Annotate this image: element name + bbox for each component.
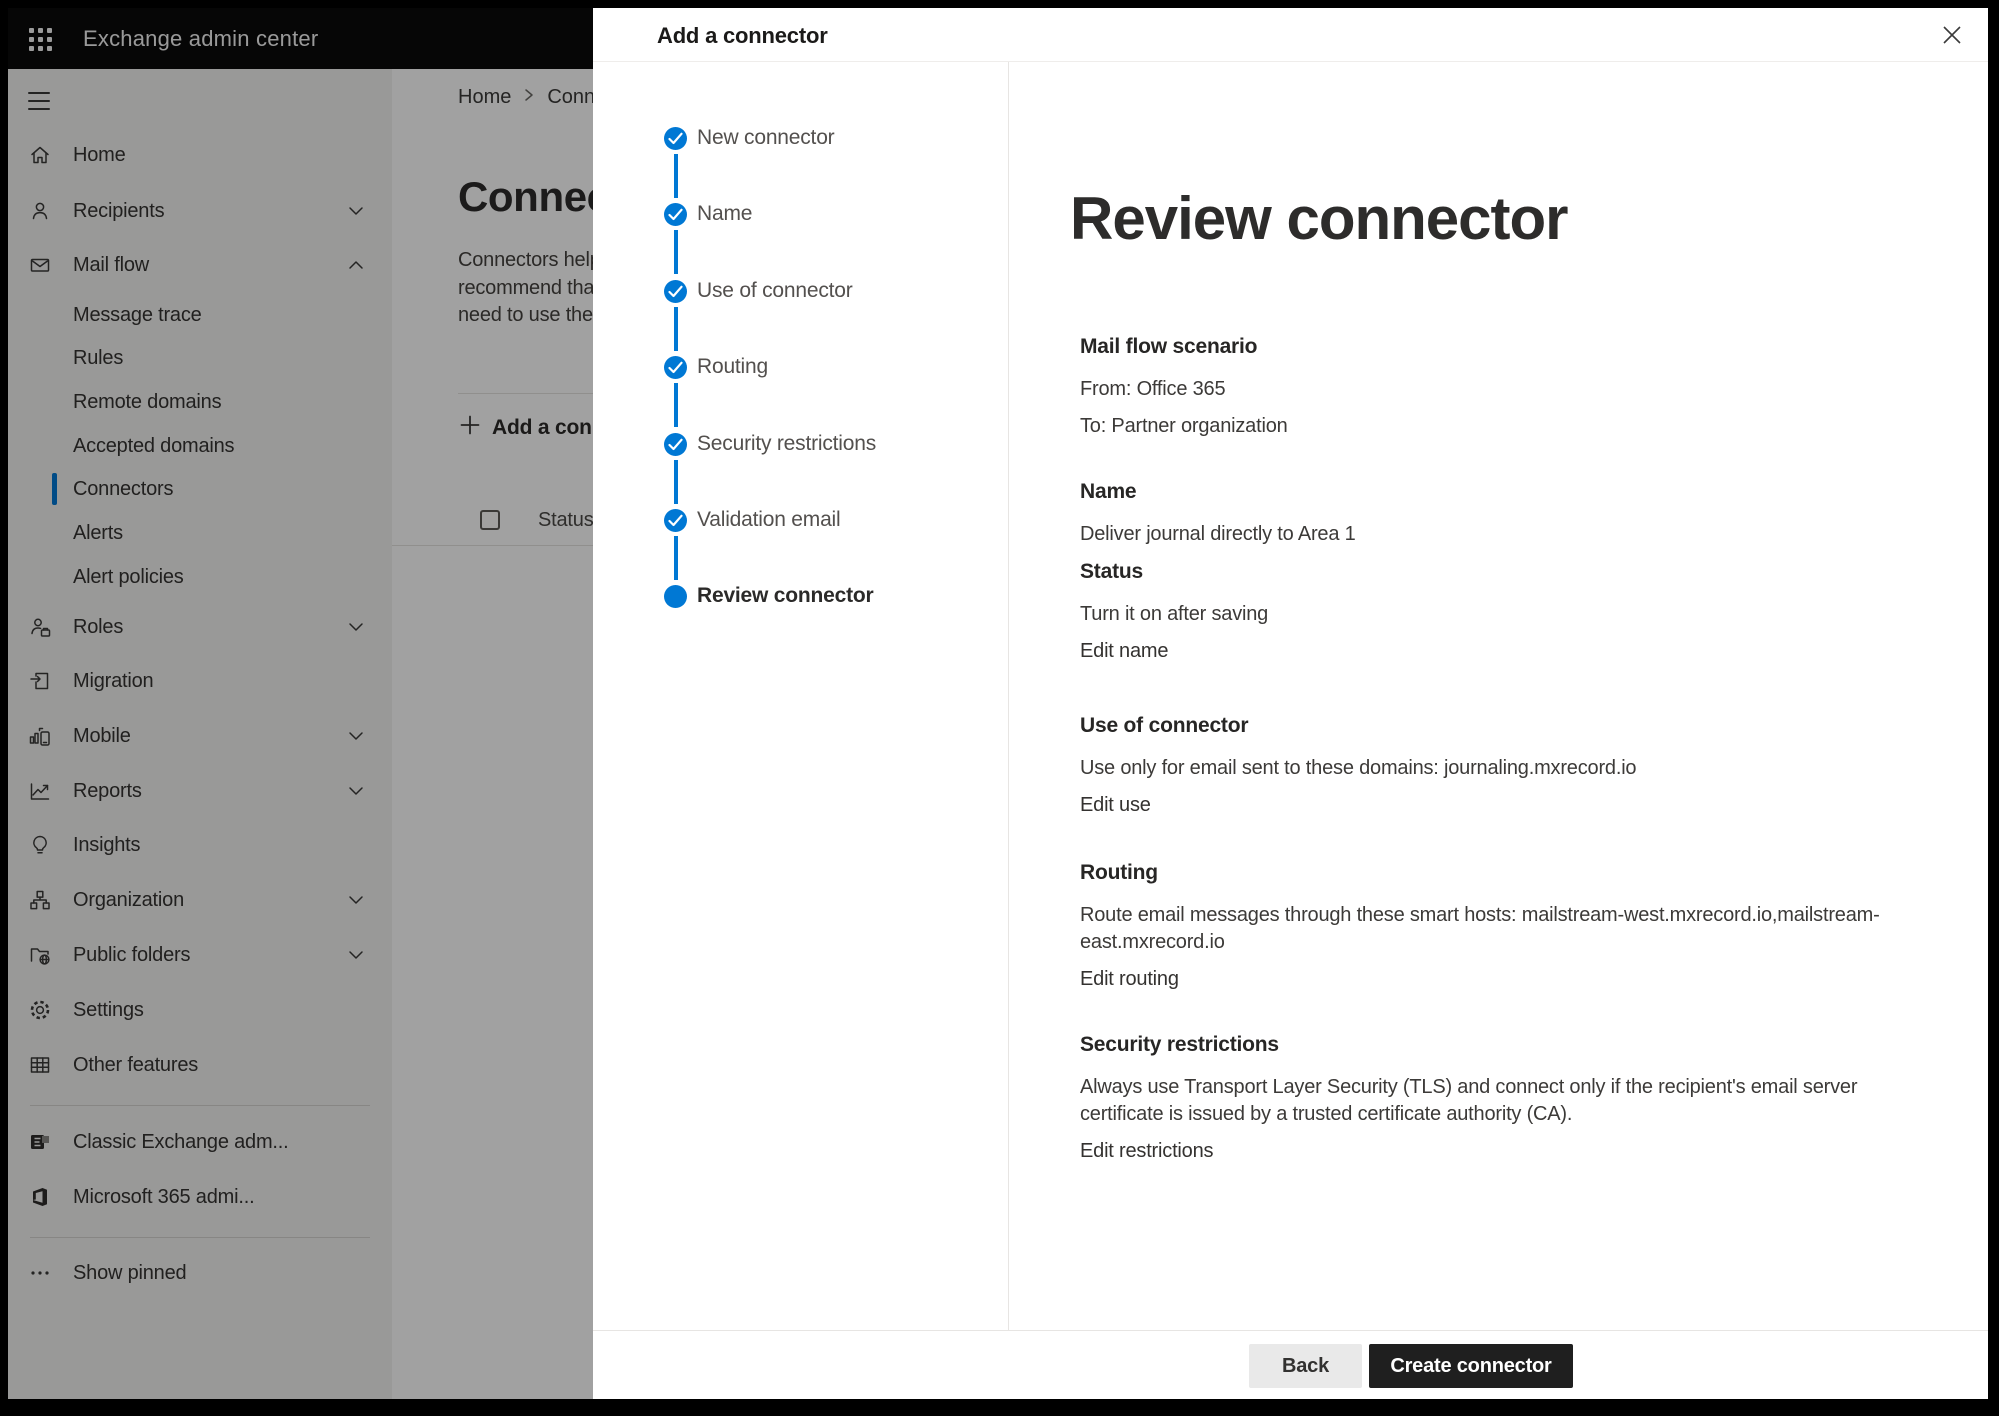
modal-header: Add a connector xyxy=(593,8,1988,62)
section-title: Mail flow scenario xyxy=(1080,333,1880,361)
step-routing[interactable]: Routing xyxy=(593,345,1008,389)
section-use-of-connector: Use of connector Use only for email sent… xyxy=(1080,712,1880,819)
section-security-restrictions: Security restrictions Always use Transpo… xyxy=(1080,1031,1880,1165)
mail-flow-from: From: Office 365 xyxy=(1080,376,1880,403)
routing-value: Route email messages through these smart… xyxy=(1080,902,1880,956)
step-security-restrictions[interactable]: Security restrictions xyxy=(593,422,1008,466)
wizard-steps: New connector Name Use of connector Rout… xyxy=(593,62,1009,1330)
step-complete-icon xyxy=(664,280,687,303)
connector-name-value: Deliver journal directly to Area 1 xyxy=(1080,521,1880,548)
add-connector-modal: Add a connector New connector Name xyxy=(593,8,1988,1399)
edit-name-link[interactable]: Edit name xyxy=(1080,638,1168,665)
step-complete-icon xyxy=(664,433,687,456)
status-title: Status xyxy=(1080,558,1880,586)
step-complete-icon xyxy=(664,509,687,532)
step-new-connector[interactable]: New connector xyxy=(593,116,1008,160)
security-restrictions-value: Always use Transport Layer Security (TLS… xyxy=(1080,1074,1880,1128)
section-title: Name xyxy=(1080,478,1880,506)
status-value: Turn it on after saving xyxy=(1080,601,1880,628)
create-connector-button[interactable]: Create connector xyxy=(1369,1344,1573,1388)
step-name[interactable]: Name xyxy=(593,192,1008,236)
edit-restrictions-link[interactable]: Edit restrictions xyxy=(1080,1138,1213,1165)
edit-routing-link[interactable]: Edit routing xyxy=(1080,966,1179,993)
review-heading: Review connector xyxy=(1070,184,1568,253)
edit-use-link[interactable]: Edit use xyxy=(1080,792,1151,819)
step-complete-icon xyxy=(664,203,687,226)
step-complete-icon xyxy=(664,127,687,150)
section-title: Routing xyxy=(1080,859,1880,887)
step-review-connector[interactable]: Review connector xyxy=(593,574,1008,618)
step-use-of-connector[interactable]: Use of connector xyxy=(593,269,1008,313)
section-routing: Routing Route email messages through the… xyxy=(1080,859,1880,993)
back-button[interactable]: Back xyxy=(1249,1344,1362,1388)
modal-title: Add a connector xyxy=(657,8,828,62)
step-connector-line xyxy=(674,383,678,427)
section-mail-flow-scenario: Mail flow scenario From: Office 365 To: … xyxy=(1080,333,1880,450)
section-title: Use of connector xyxy=(1080,712,1880,740)
mail-flow-to: To: Partner organization xyxy=(1080,413,1880,440)
screen: Exchange admin center Home Recipients Ma… xyxy=(0,0,1999,1416)
modal-footer: Back Create connector xyxy=(593,1330,1988,1399)
review-connector-panel: Review connector Mail flow scenario From… xyxy=(1010,62,1988,1330)
step-connector-line xyxy=(674,230,678,274)
step-current-icon xyxy=(664,585,687,608)
section-title: Security restrictions xyxy=(1080,1031,1880,1059)
section-name: Name Deliver journal directly to Area 1 … xyxy=(1080,478,1880,665)
step-validation-email[interactable]: Validation email xyxy=(593,498,1008,542)
step-complete-icon xyxy=(664,356,687,379)
use-of-connector-value: Use only for email sent to these domains… xyxy=(1080,755,1880,782)
close-icon[interactable] xyxy=(1932,16,1972,56)
